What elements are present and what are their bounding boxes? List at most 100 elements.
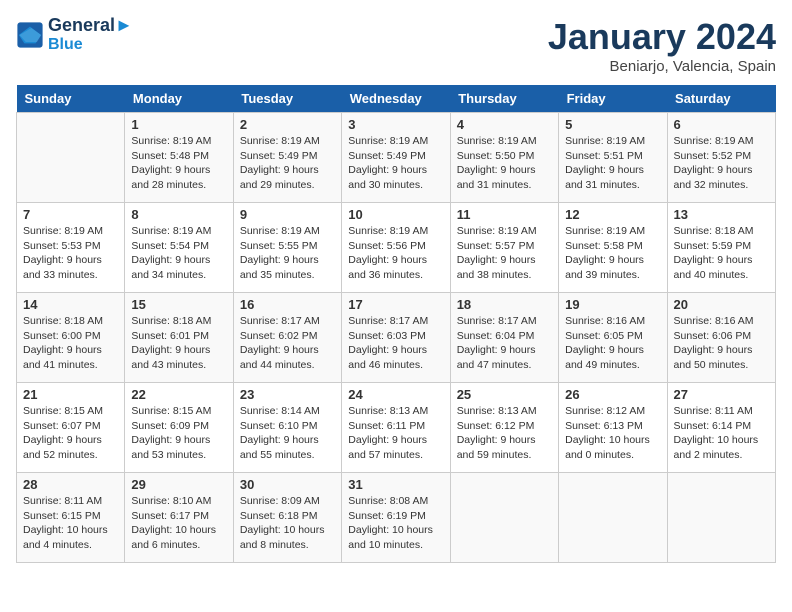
cell-content: Sunrise: 8:12 AMSunset: 6:13 PMDaylight:… bbox=[565, 404, 660, 463]
calendar-cell: 23 Sunrise: 8:14 AMSunset: 6:10 PMDayligh… bbox=[233, 383, 341, 473]
calendar-cell bbox=[559, 473, 667, 563]
week-row-5: 28Sunrise: 8:11 AMSunset: 6:15 PMDayligh… bbox=[17, 473, 776, 563]
cell-content: Sunrise: 8:13 AMSunset: 6:11 PMDaylight:… bbox=[348, 404, 443, 463]
day-number: 26 bbox=[565, 387, 660, 402]
week-row-4: 21 Sunrise: 8:15 AMSunset: 6:07 PMDayligh… bbox=[17, 383, 776, 473]
col-header-friday: Friday bbox=[559, 85, 667, 113]
calendar-cell: 15 Sunrise: 8:18 AMSunset: 6:01 PMDayligh… bbox=[125, 293, 233, 383]
calendar-cell: 4 Sunrise: 8:19 AMSunset: 5:50 PMDaylight… bbox=[450, 113, 558, 203]
cell-content: Sunrise: 8:19 AMSunset: 5:58 PMDaylight:… bbox=[565, 224, 660, 283]
calendar-cell: 13 Sunrise: 8:18 AMSunset: 5:59 PMDayligh… bbox=[667, 203, 775, 293]
calendar-cell bbox=[17, 113, 125, 203]
day-number: 3 bbox=[348, 117, 443, 132]
cell-content: Sunrise: 8:16 AMSunset: 6:05 PMDaylight:… bbox=[565, 314, 660, 373]
calendar-cell bbox=[450, 473, 558, 563]
day-number: 8 bbox=[131, 207, 226, 222]
cell-content: Sunrise: 8:14 AMSunset: 6:10 PMDaylight:… bbox=[240, 404, 335, 463]
day-number: 14 bbox=[23, 297, 118, 312]
day-number: 15 bbox=[131, 297, 226, 312]
header-row: SundayMondayTuesdayWednesdayThursdayFrid… bbox=[17, 85, 776, 113]
calendar-cell: 14Sunrise: 8:18 AMSunset: 6:00 PMDayligh… bbox=[17, 293, 125, 383]
calendar-cell: 5Sunrise: 8:19 AMSunset: 5:51 PMDaylight… bbox=[559, 113, 667, 203]
calendar-cell: 30 Sunrise: 8:09 AMSunset: 6:18 PMDayligh… bbox=[233, 473, 341, 563]
cell-content: Sunrise: 8:13 AMSunset: 6:12 PMDaylight:… bbox=[457, 404, 552, 463]
cell-content: Sunrise: 8:08 AMSunset: 6:19 PMDaylight:… bbox=[348, 494, 443, 553]
calendar-cell: 2 Sunrise: 8:19 AMSunset: 5:49 PMDaylight… bbox=[233, 113, 341, 203]
logo: General► Blue bbox=[16, 16, 133, 53]
cell-content: Sunrise: 8:19 AMSunset: 5:57 PMDaylight:… bbox=[457, 224, 552, 283]
day-number: 17 bbox=[348, 297, 443, 312]
col-header-wednesday: Wednesday bbox=[342, 85, 450, 113]
col-header-tuesday: Tuesday bbox=[233, 85, 341, 113]
day-number: 30 bbox=[240, 477, 335, 492]
logo-text: General► Blue bbox=[48, 16, 133, 53]
cell-content: Sunrise: 8:19 AMSunset: 5:54 PMDaylight:… bbox=[131, 224, 226, 283]
day-number: 2 bbox=[240, 117, 335, 132]
calendar-cell: 28Sunrise: 8:11 AMSunset: 6:15 PMDayligh… bbox=[17, 473, 125, 563]
cell-content: Sunrise: 8:19 AMSunset: 5:49 PMDaylight:… bbox=[348, 134, 443, 193]
cell-content: Sunrise: 8:19 AMSunset: 5:52 PMDaylight:… bbox=[674, 134, 769, 193]
logo-icon bbox=[16, 21, 44, 49]
cell-content: Sunrise: 8:10 AMSunset: 6:17 PMDaylight:… bbox=[131, 494, 226, 553]
day-number: 25 bbox=[457, 387, 552, 402]
cell-content: Sunrise: 8:17 AMSunset: 6:02 PMDaylight:… bbox=[240, 314, 335, 373]
col-header-monday: Monday bbox=[125, 85, 233, 113]
cell-content: Sunrise: 8:15 AMSunset: 6:07 PMDaylight:… bbox=[23, 404, 118, 463]
day-number: 27 bbox=[674, 387, 769, 402]
cell-content: Sunrise: 8:19 AMSunset: 5:50 PMDaylight:… bbox=[457, 134, 552, 193]
cell-content: Sunrise: 8:19 AMSunset: 5:48 PMDaylight:… bbox=[131, 134, 226, 193]
day-number: 9 bbox=[240, 207, 335, 222]
month-title: January 2024 bbox=[548, 16, 776, 58]
calendar-cell: 16 Sunrise: 8:17 AMSunset: 6:02 PMDayligh… bbox=[233, 293, 341, 383]
day-number: 19 bbox=[565, 297, 660, 312]
cell-content: Sunrise: 8:15 AMSunset: 6:09 PMDaylight:… bbox=[131, 404, 226, 463]
day-number: 13 bbox=[674, 207, 769, 222]
week-row-3: 14Sunrise: 8:18 AMSunset: 6:00 PMDayligh… bbox=[17, 293, 776, 383]
calendar-cell: 29 Sunrise: 8:10 AMSunset: 6:17 PMDayligh… bbox=[125, 473, 233, 563]
day-number: 24 bbox=[348, 387, 443, 402]
cell-content: Sunrise: 8:19 AMSunset: 5:53 PMDaylight:… bbox=[23, 224, 118, 283]
calendar-cell: 25 Sunrise: 8:13 AMSunset: 6:12 PMDayligh… bbox=[450, 383, 558, 473]
calendar-cell: 31Sunrise: 8:08 AMSunset: 6:19 PMDayligh… bbox=[342, 473, 450, 563]
calendar-cell: 7 Sunrise: 8:19 AMSunset: 5:53 PMDaylight… bbox=[17, 203, 125, 293]
day-number: 20 bbox=[674, 297, 769, 312]
day-number: 4 bbox=[457, 117, 552, 132]
col-header-thursday: Thursday bbox=[450, 85, 558, 113]
cell-content: Sunrise: 8:19 AMSunset: 5:55 PMDaylight:… bbox=[240, 224, 335, 283]
col-header-saturday: Saturday bbox=[667, 85, 775, 113]
day-number: 6 bbox=[674, 117, 769, 132]
header: General► Blue January 2024 Beniarjo, Val… bbox=[16, 16, 776, 75]
cell-content: Sunrise: 8:19 AMSunset: 5:49 PMDaylight:… bbox=[240, 134, 335, 193]
calendar-cell: 20 Sunrise: 8:16 AMSunset: 6:06 PMDayligh… bbox=[667, 293, 775, 383]
day-number: 18 bbox=[457, 297, 552, 312]
cell-content: Sunrise: 8:18 AMSunset: 6:01 PMDaylight:… bbox=[131, 314, 226, 373]
day-number: 10 bbox=[348, 207, 443, 222]
calendar-cell: 22 Sunrise: 8:15 AMSunset: 6:09 PMDayligh… bbox=[125, 383, 233, 473]
day-number: 12 bbox=[565, 207, 660, 222]
cell-content: Sunrise: 8:16 AMSunset: 6:06 PMDaylight:… bbox=[674, 314, 769, 373]
day-number: 1 bbox=[131, 117, 226, 132]
day-number: 22 bbox=[131, 387, 226, 402]
day-number: 28 bbox=[23, 477, 118, 492]
day-number: 21 bbox=[23, 387, 118, 402]
cell-content: Sunrise: 8:19 AMSunset: 5:56 PMDaylight:… bbox=[348, 224, 443, 283]
week-row-2: 7 Sunrise: 8:19 AMSunset: 5:53 PMDaylight… bbox=[17, 203, 776, 293]
calendar-cell: 10 Sunrise: 8:19 AMSunset: 5:56 PMDayligh… bbox=[342, 203, 450, 293]
day-number: 23 bbox=[240, 387, 335, 402]
calendar-cell: 9 Sunrise: 8:19 AMSunset: 5:55 PMDaylight… bbox=[233, 203, 341, 293]
cell-content: Sunrise: 8:09 AMSunset: 6:18 PMDaylight:… bbox=[240, 494, 335, 553]
calendar-cell: 11 Sunrise: 8:19 AMSunset: 5:57 PMDayligh… bbox=[450, 203, 558, 293]
calendar-cell: 27Sunrise: 8:11 AMSunset: 6:14 PMDayligh… bbox=[667, 383, 775, 473]
calendar-cell: 19 Sunrise: 8:16 AMSunset: 6:05 PMDayligh… bbox=[559, 293, 667, 383]
week-row-1: 1 Sunrise: 8:19 AMSunset: 5:48 PMDaylight… bbox=[17, 113, 776, 203]
cell-content: Sunrise: 8:19 AMSunset: 5:51 PMDaylight:… bbox=[565, 134, 660, 193]
calendar-cell: 1 Sunrise: 8:19 AMSunset: 5:48 PMDaylight… bbox=[125, 113, 233, 203]
day-number: 29 bbox=[131, 477, 226, 492]
calendar-cell: 26 Sunrise: 8:12 AMSunset: 6:13 PMDayligh… bbox=[559, 383, 667, 473]
cell-content: Sunrise: 8:18 AMSunset: 5:59 PMDaylight:… bbox=[674, 224, 769, 283]
day-number: 16 bbox=[240, 297, 335, 312]
calendar-cell: 6 Sunrise: 8:19 AMSunset: 5:52 PMDaylight… bbox=[667, 113, 775, 203]
day-number: 11 bbox=[457, 207, 552, 222]
day-number: 7 bbox=[23, 207, 118, 222]
calendar-cell: 12 Sunrise: 8:19 AMSunset: 5:58 PMDayligh… bbox=[559, 203, 667, 293]
